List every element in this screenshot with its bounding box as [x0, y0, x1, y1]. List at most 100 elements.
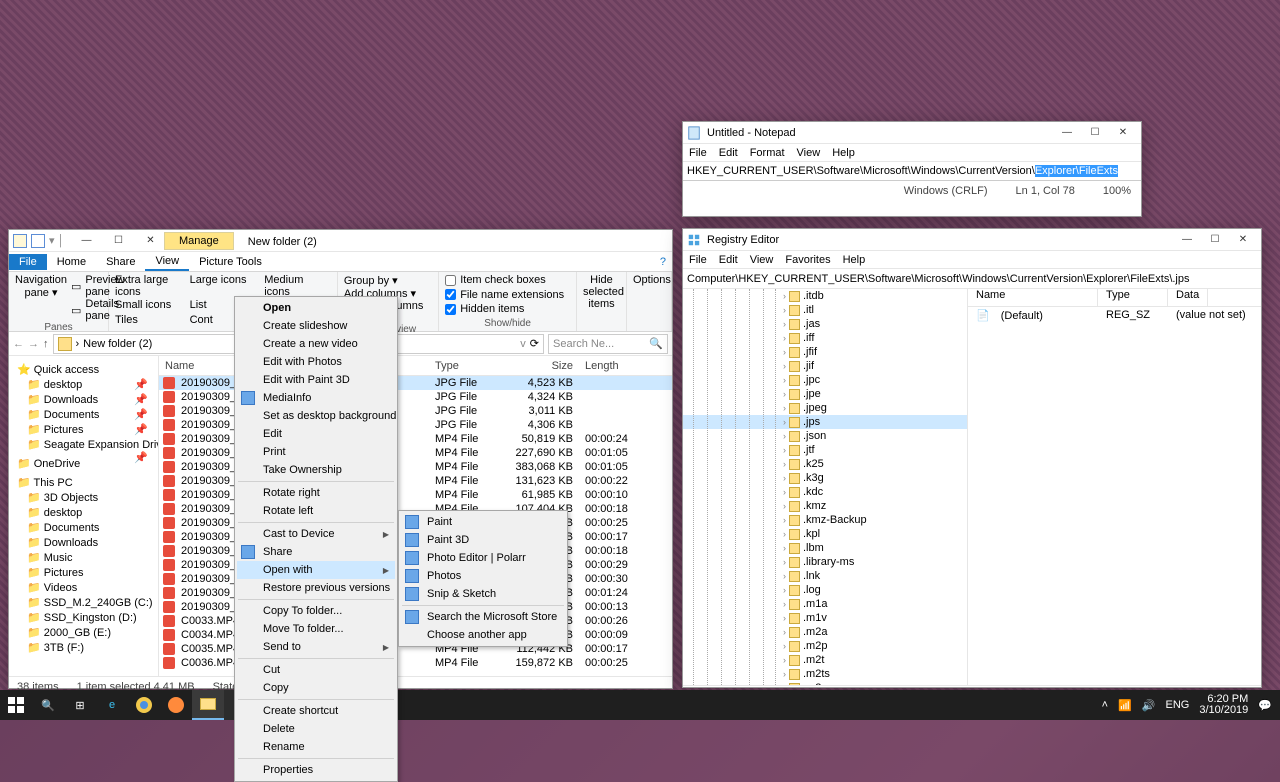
- hide-selected-button[interactable]: Hide selected items: [577, 272, 627, 331]
- tree-item[interactable]: ›.jpe: [683, 387, 967, 401]
- col-data[interactable]: Data: [1168, 289, 1208, 306]
- col-size[interactable]: Size: [499, 360, 579, 372]
- menu-file[interactable]: File: [689, 147, 707, 159]
- menu-item[interactable]: Photos: [401, 567, 565, 585]
- menu-item[interactable]: Paint 3D: [401, 531, 565, 549]
- explorer-titlebar[interactable]: ▾ │ — ☐ ✕: [9, 230, 672, 252]
- menu-item[interactable]: Set as desktop background: [237, 407, 395, 425]
- tree-item[interactable]: ›.jif: [683, 359, 967, 373]
- regedit-titlebar[interactable]: Registry Editor — ☐ ✕: [683, 229, 1261, 251]
- tray-volume-icon[interactable]: 🔊: [1142, 699, 1156, 712]
- menu-item[interactable]: Edit with Photos: [237, 353, 395, 371]
- menu-item[interactable]: Copy: [237, 679, 395, 697]
- col-length[interactable]: Length: [579, 360, 639, 372]
- menu-item[interactable]: Share: [237, 543, 395, 561]
- menu-item[interactable]: Rotate right: [237, 484, 395, 502]
- menu-view[interactable]: View: [797, 147, 821, 159]
- edge-icon[interactable]: e: [96, 690, 128, 720]
- tree-item[interactable]: ›.lnk: [683, 569, 967, 583]
- close-button[interactable]: ✕: [1109, 123, 1137, 143]
- tree-item[interactable]: ›.jtf: [683, 443, 967, 457]
- nav-item[interactable]: 📁 Documents: [9, 520, 158, 535]
- menu-item[interactable]: Edit: [237, 425, 395, 443]
- tab-home[interactable]: Home: [47, 254, 96, 270]
- tree-item[interactable]: ›.m1v: [683, 611, 967, 625]
- tree-item[interactable]: ›.kdc: [683, 485, 967, 499]
- qat-icon[interactable]: [31, 234, 45, 248]
- value-row[interactable]: 📄 (Default) REG_SZ (value not set): [968, 307, 1261, 323]
- tray-wifi-icon[interactable]: 📶: [1118, 699, 1132, 712]
- tray-clock[interactable]: 6:20 PM3/10/2019: [1199, 694, 1248, 716]
- tree-item[interactable]: ›.kpl: [683, 527, 967, 541]
- nav-item[interactable]: 📁 Pictures📌: [9, 422, 158, 437]
- search-input[interactable]: Search Ne...🔍: [548, 334, 668, 354]
- nav-up[interactable]: ↑: [43, 338, 49, 350]
- tree-item[interactable]: ›.jas: [683, 317, 967, 331]
- tree-item[interactable]: ›.iff: [683, 331, 967, 345]
- menu-item[interactable]: Create shortcut: [237, 702, 395, 720]
- tree-item[interactable]: ›.kmz-Backup: [683, 513, 967, 527]
- nav-back[interactable]: ←: [13, 338, 24, 350]
- menu-edit[interactable]: Edit: [719, 254, 738, 266]
- filename-ext[interactable]: File name extensions: [445, 289, 570, 301]
- nav-item[interactable]: 📁 Downloads📌: [9, 392, 158, 407]
- tab-share[interactable]: Share: [96, 254, 145, 270]
- tree-item[interactable]: ›.jpc: [683, 373, 967, 387]
- regedit-address[interactable]: Computer\HKEY_CURRENT_USER\Software\Micr…: [683, 269, 1261, 289]
- col-name[interactable]: Name: [968, 289, 1098, 306]
- menu-help[interactable]: Help: [843, 254, 866, 266]
- tree-item[interactable]: ›.jpeg: [683, 401, 967, 415]
- menu-item[interactable]: Search the Microsoft Store: [401, 608, 565, 626]
- notepad-titlebar[interactable]: Untitled - Notepad — ☐ ✕: [683, 122, 1141, 144]
- menu-item[interactable]: Copy To folder...: [237, 602, 395, 620]
- nav-pane-button[interactable]: Navigation pane ▾: [15, 274, 67, 322]
- menu-item[interactable]: Restore previous versions: [237, 579, 395, 597]
- close-button[interactable]: ✕: [136, 231, 164, 251]
- tree-item[interactable]: ›.m2p: [683, 639, 967, 653]
- manage-tab[interactable]: Manage: [164, 232, 234, 250]
- minimize-button[interactable]: —: [1173, 230, 1201, 250]
- col-type[interactable]: Type: [1098, 289, 1168, 306]
- nav-item[interactable]: 📁 Music: [9, 550, 158, 565]
- maximize-button[interactable]: ☐: [104, 231, 132, 251]
- search-button[interactable]: 🔍: [32, 690, 64, 720]
- menu-item[interactable]: Open: [237, 299, 395, 317]
- layout-tiles[interactable]: Tiles: [115, 314, 182, 326]
- tray-up-icon[interactable]: ˄: [1102, 699, 1108, 711]
- maximize-button[interactable]: ☐: [1081, 123, 1109, 143]
- menu-item[interactable]: Move To folder...: [237, 620, 395, 638]
- start-button[interactable]: [0, 690, 32, 720]
- menu-item[interactable]: Delete: [237, 720, 395, 738]
- nav-item[interactable]: 📁 Pictures: [9, 565, 158, 580]
- nav-item[interactable]: 📁 desktop📌: [9, 377, 158, 392]
- menu-item[interactable]: Create a new video: [237, 335, 395, 353]
- nav-item[interactable]: 📁 Seagate Expansion Drive (I📌: [9, 437, 158, 452]
- tree-item[interactable]: ›.m2ts: [683, 667, 967, 681]
- firefox-icon[interactable]: [160, 690, 192, 720]
- menu-help[interactable]: Help: [832, 147, 855, 159]
- tree-item[interactable]: ›.kmz: [683, 499, 967, 513]
- close-button[interactable]: ✕: [1229, 230, 1257, 250]
- menu-item[interactable]: Print: [237, 443, 395, 461]
- chrome-icon[interactable]: [128, 690, 160, 720]
- layout-sm[interactable]: Small icons: [115, 299, 182, 313]
- maximize-button[interactable]: ☐: [1201, 230, 1229, 250]
- menu-item[interactable]: Rotate left: [237, 502, 395, 520]
- tab-view[interactable]: View: [145, 253, 189, 271]
- explorer-taskbar-icon[interactable]: [192, 690, 224, 720]
- nav-item[interactable]: 📁 SSD_M.2_240GB (C:): [9, 595, 158, 610]
- menu-format[interactable]: Format: [750, 147, 785, 159]
- menu-item[interactable]: Open with: [237, 561, 395, 579]
- tree-item[interactable]: ›.m2v: [683, 681, 967, 685]
- nav-item[interactable]: 📁 Documents📌: [9, 407, 158, 422]
- menu-item[interactable]: MediaInfo: [237, 389, 395, 407]
- tree-item[interactable]: ›.k25: [683, 457, 967, 471]
- tree-item[interactable]: ›.itl: [683, 303, 967, 317]
- tree-item[interactable]: ›.jps: [683, 415, 967, 429]
- tree-item[interactable]: ›.jfif: [683, 345, 967, 359]
- tree-item[interactable]: ›.k3g: [683, 471, 967, 485]
- menu-item[interactable]: Rename: [237, 738, 395, 756]
- nav-forward[interactable]: →: [28, 338, 39, 350]
- menu-item[interactable]: Paint: [401, 513, 565, 531]
- menu-item[interactable]: Send to: [237, 638, 395, 656]
